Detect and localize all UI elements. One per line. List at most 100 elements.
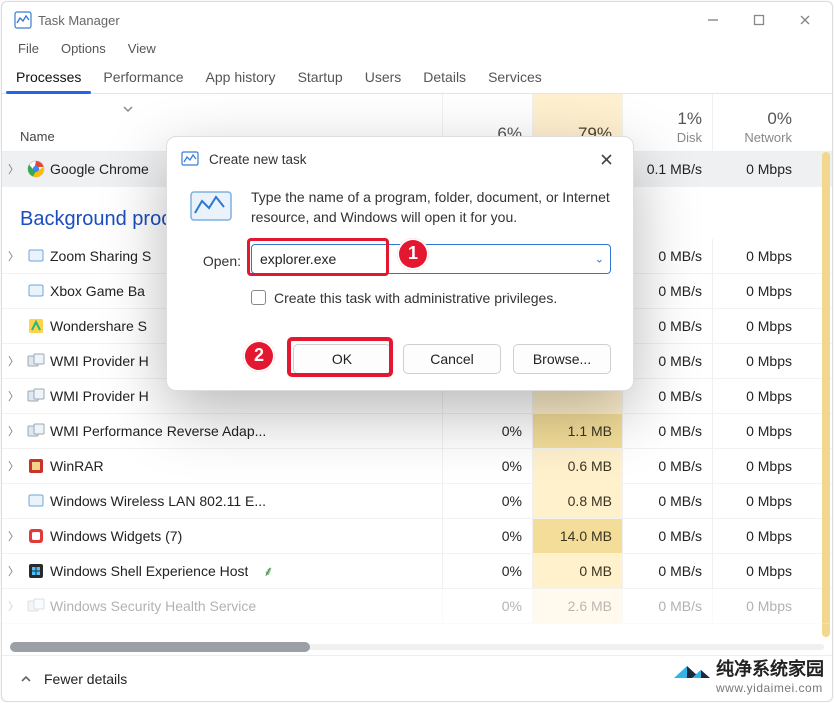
process-icon	[26, 526, 46, 546]
chevron-up-icon[interactable]	[18, 671, 34, 687]
process-name: WMI Provider H	[50, 388, 149, 404]
chrome-icon	[26, 159, 46, 179]
dialog-titlebar[interactable]: Create new task	[167, 137, 633, 181]
tab-performance[interactable]: Performance	[93, 63, 193, 93]
cell-net: 0 Mbps	[712, 239, 802, 273]
browse-button[interactable]: Browse...	[513, 344, 611, 374]
process-name: WinRAR	[50, 458, 104, 474]
cell-disk: 0 MB/s	[622, 309, 712, 343]
tab-services[interactable]: Services	[478, 63, 552, 93]
process-icon	[26, 456, 46, 476]
open-combobox[interactable]: explorer.exe ⌄	[251, 244, 611, 274]
tab-users[interactable]: Users	[355, 63, 412, 93]
vertical-scrollbar[interactable]	[822, 152, 830, 637]
admin-checkbox-label: Create this task with administrative pri…	[274, 290, 557, 306]
cell-mem: 0.8 MB	[532, 484, 622, 518]
cell-disk: 0 MB/s	[622, 379, 712, 413]
process-icon	[26, 561, 46, 581]
process-row[interactable]: 〉WMI Performance Reverse Adap...0%1.1 MB…	[2, 414, 832, 449]
tab-startup[interactable]: Startup	[288, 63, 353, 93]
window-minimize-button[interactable]	[690, 5, 736, 35]
run-dialog-icon	[181, 150, 201, 168]
tab-processes[interactable]: Processes	[6, 63, 91, 93]
expand-icon[interactable]: 〉	[8, 388, 22, 404]
cell-cpu: 0%	[442, 554, 532, 588]
cell-net: 0 Mbps	[712, 519, 802, 553]
tab-details[interactable]: Details	[413, 63, 476, 93]
chevron-down-icon[interactable]: ⌄	[595, 252, 604, 265]
menu-file[interactable]: File	[10, 38, 47, 59]
annotation-callout-2: 2	[243, 340, 275, 372]
cell-net: 0 Mbps	[712, 414, 802, 448]
process-name: Windows Shell Experience Host	[50, 563, 248, 579]
process-row[interactable]: 〉Windows Widgets (7)0%14.0 MB0 MB/s0 Mbp…	[2, 519, 832, 554]
cell-mem: 1.1 MB	[532, 414, 622, 448]
expand-icon[interactable]: 〉	[8, 528, 22, 544]
cell-disk: 0 MB/s	[622, 484, 712, 518]
process-icon	[26, 491, 46, 511]
process-row[interactable]: 〉Windows Shell Experience Host⸙0%0 MB0 M…	[2, 554, 832, 589]
cell-disk: 0 MB/s	[622, 554, 712, 588]
expand-icon[interactable]: 〉	[8, 423, 22, 439]
annotation-callout-1: 1	[397, 238, 429, 270]
watermark: 纯净系统家园 www.yidaimei.com	[668, 653, 830, 697]
process-name: WMI Provider H	[50, 353, 149, 369]
cell-disk: 0 MB/s	[622, 519, 712, 553]
fewer-details-link[interactable]: Fewer details	[44, 671, 127, 687]
cell-disk: 0.1 MB/s	[622, 152, 712, 186]
process-name: Windows Widgets (7)	[50, 528, 182, 544]
watermark-icon	[674, 660, 710, 690]
process-row[interactable]: 〉Windows Security Health Service0%2.6 MB…	[2, 589, 832, 624]
cancel-button[interactable]: Cancel	[403, 344, 501, 374]
cell-mem: 2.6 MB	[532, 589, 622, 623]
process-name: Wondershare S	[50, 318, 147, 334]
cell-net: 0 Mbps	[712, 344, 802, 378]
expand-icon[interactable]: 〉	[8, 458, 22, 474]
menu-view[interactable]: View	[120, 38, 164, 59]
process-name: Zoom Sharing S	[50, 248, 151, 264]
dialog-title: Create new task	[209, 152, 307, 167]
open-combobox-value: explorer.exe	[260, 251, 336, 267]
cell-disk: 0 MB/s	[622, 449, 712, 483]
tab-app-history[interactable]: App history	[196, 63, 286, 93]
tabs: Processes Performance App history Startu…	[2, 63, 832, 94]
create-new-task-dialog: Create new task Type the name of a progr…	[166, 136, 634, 391]
window-maximize-button[interactable]	[736, 5, 782, 35]
cell-net: 0 Mbps	[712, 449, 802, 483]
expand-icon[interactable]: 〉	[8, 563, 22, 579]
process-name: Xbox Game Ba	[50, 283, 145, 299]
cell-disk: 0 MB/s	[622, 414, 712, 448]
admin-checkbox[interactable]	[251, 290, 266, 305]
column-disk[interactable]: 1% Disk	[622, 94, 712, 151]
cell-net: 0 Mbps	[712, 589, 802, 623]
cell-cpu: 0%	[442, 519, 532, 553]
column-network[interactable]: 0% Network	[712, 94, 802, 151]
expand-icon[interactable]: 〉	[8, 161, 22, 177]
leaf-icon: ⸙	[260, 562, 276, 581]
cell-mem: 0 MB	[532, 554, 622, 588]
process-row[interactable]: 〉WinRAR0%0.6 MB0 MB/s0 Mbps	[2, 449, 832, 484]
app-icon	[14, 11, 32, 29]
menu-options[interactable]: Options	[53, 38, 114, 59]
process-name: Windows Wireless LAN 802.11 E...	[50, 493, 266, 509]
cell-net: 0 Mbps	[712, 484, 802, 518]
cell-net: 0 Mbps	[712, 309, 802, 343]
dialog-description: Type the name of a program, folder, docu…	[251, 187, 611, 228]
process-icon	[26, 596, 46, 616]
cell-cpu: 0%	[442, 414, 532, 448]
cell-net: 0 Mbps	[712, 554, 802, 588]
chevron-down-icon[interactable]	[116, 100, 140, 118]
cell-cpu: 0%	[442, 589, 532, 623]
process-row[interactable]: Windows Wireless LAN 802.11 E...0%0.8 MB…	[2, 484, 832, 519]
process-icon	[26, 316, 46, 336]
titlebar: Task Manager	[2, 2, 832, 38]
ok-button[interactable]: OK	[293, 344, 391, 374]
expand-icon[interactable]: 〉	[8, 248, 22, 264]
dialog-close-button[interactable]	[587, 143, 625, 175]
expand-icon[interactable]: 〉	[8, 353, 22, 369]
run-large-icon	[181, 187, 241, 228]
cell-mem: 0.6 MB	[532, 449, 622, 483]
expand-icon[interactable]: 〉	[8, 598, 22, 614]
window-close-button[interactable]	[782, 5, 828, 35]
cell-net: 0 Mbps	[712, 152, 802, 186]
